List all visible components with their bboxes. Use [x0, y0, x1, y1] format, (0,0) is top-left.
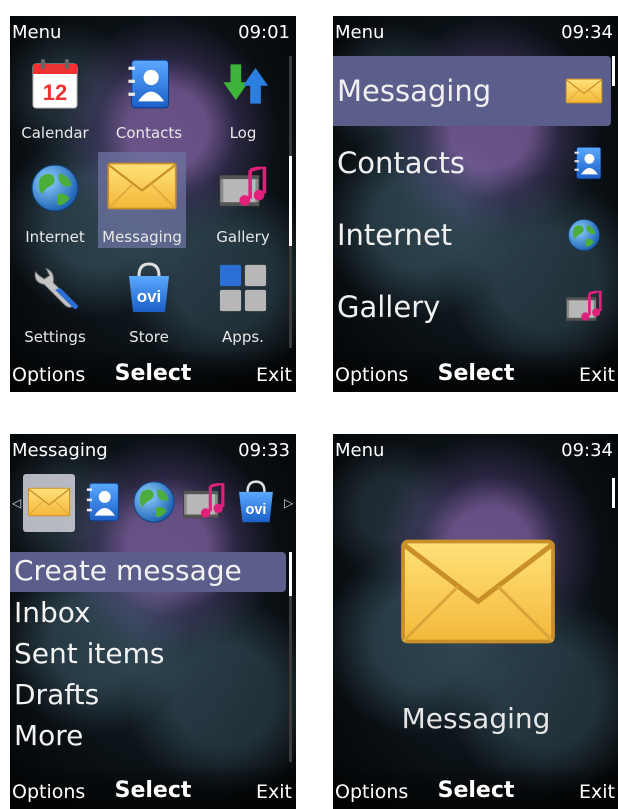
log-icon [218, 58, 268, 110]
status-bar: Menu 09:34 [333, 16, 618, 50]
select-softkey[interactable]: Select [10, 361, 296, 386]
list-item-messaging[interactable]: Messaging [333, 56, 611, 126]
clock: 09:01 [238, 22, 290, 43]
scrollbar[interactable] [289, 552, 292, 762]
grid-item-contacts[interactable]: Contacts [104, 52, 194, 148]
apps-icon [218, 262, 268, 314]
list-item-contacts[interactable]: Contacts [333, 128, 611, 198]
grid-item-label: Contacts [115, 124, 183, 142]
grid-item-label: Messaging [102, 228, 182, 246]
list-item-label: Drafts [14, 678, 100, 711]
calendar-badge: 12 [43, 80, 67, 105]
grid-item-calendar[interactable]: 12 Calendar [10, 52, 100, 148]
scrollbar[interactable] [612, 56, 615, 346]
gallery-icon [218, 162, 268, 214]
gallery-icon[interactable] [182, 480, 226, 524]
globe-icon[interactable] [132, 480, 176, 524]
grid-item-internet[interactable]: Internet [10, 156, 100, 252]
menu-single-icon-screen: Menu 09:34 Messaging Options Select Exit [333, 434, 618, 809]
calendar-icon: 12 [30, 58, 80, 110]
ovi-badge: ovi [246, 502, 267, 518]
contacts-icon [124, 58, 174, 110]
contacts-icon [573, 146, 603, 180]
status-bar: Menu 09:34 [333, 434, 618, 468]
softkey-bar: Options Select Exit [10, 352, 296, 392]
softkey-bar: Options Select Exit [333, 769, 618, 809]
select-softkey[interactable]: Select [333, 361, 618, 386]
list-item-label: More [14, 719, 84, 752]
list-item-label: Contacts [337, 146, 465, 180]
grid-item-label: Internet [25, 228, 85, 246]
list-item-create-message[interactable]: Create message [10, 552, 286, 592]
envelope-icon[interactable] [27, 480, 71, 524]
clock: 09:33 [238, 440, 290, 461]
grid-item-apps[interactable]: Apps. [198, 256, 288, 352]
wrench-icon [30, 262, 80, 314]
select-softkey[interactable]: Select [10, 778, 296, 803]
messaging-submenu-screen: Messaging 09:33 ◁ ovi ▷ Create message I… [10, 434, 296, 809]
grid-item-label: Log [229, 124, 257, 142]
exit-softkey[interactable]: Exit [256, 781, 292, 803]
grid-item-label: Apps. [222, 328, 264, 346]
globe-icon [30, 162, 80, 214]
grid-item-log[interactable]: Log [198, 52, 288, 148]
scrollbar-thumb[interactable] [612, 56, 615, 86]
gallery-icon [565, 290, 603, 324]
list-item-sent-items[interactable]: Sent items [10, 635, 286, 675]
screen-title: Messaging [12, 440, 108, 461]
list-item-label: Inbox [14, 596, 91, 629]
app-label: Messaging [401, 702, 551, 735]
list-item-label: Gallery [337, 290, 441, 324]
menu-grid-screen: Menu 09:01 12 Calendar Contacts Log Inte… [10, 16, 296, 392]
grid-item-gallery[interactable]: Gallery [198, 156, 288, 252]
list-item-more[interactable]: More [10, 717, 286, 757]
exit-softkey[interactable]: Exit [256, 364, 292, 386]
grid-item-store[interactable]: ovi Store [104, 256, 194, 352]
scrollbar-thumb[interactable] [289, 552, 292, 596]
ovi-store-icon: ovi [124, 262, 174, 314]
envelope-icon [106, 158, 178, 214]
clock: 09:34 [561, 22, 613, 43]
softkey-bar: Options Select Exit [10, 769, 296, 809]
grid-item-label: Calendar [21, 124, 89, 142]
envelope-icon [565, 74, 603, 108]
grid-item-label: Settings [24, 328, 86, 346]
select-softkey[interactable]: Select [333, 778, 618, 803]
menu-list-screen: Menu 09:34 Messaging Contacts Internet G… [333, 16, 618, 392]
scrollbar[interactable] [612, 478, 615, 768]
exit-softkey[interactable]: Exit [579, 364, 615, 386]
screen-title: Menu [335, 440, 385, 461]
screen-title: Menu [335, 22, 385, 43]
list-item-drafts[interactable]: Drafts [10, 676, 286, 716]
grid-item-label: Store [129, 328, 169, 346]
scrollbar-thumb[interactable] [289, 156, 292, 246]
status-bar: Messaging 09:33 [10, 434, 296, 468]
list-item-label: Sent items [14, 637, 165, 670]
ovi-store-icon[interactable]: ovi [234, 480, 278, 524]
clock: 09:34 [561, 440, 613, 461]
list-item-label: Create message [14, 554, 242, 587]
grid-item-label: Gallery [216, 228, 270, 246]
list-item-internet[interactable]: Internet [333, 200, 611, 270]
softkey-bar: Options Select Exit [333, 352, 618, 392]
screen-title: Menu [12, 22, 62, 43]
list-item-label: Messaging [337, 74, 492, 108]
scrollbar[interactable] [289, 56, 292, 348]
app-carousel: ◁ ovi ▷ [10, 474, 296, 536]
list-item-inbox[interactable]: Inbox [10, 594, 286, 634]
contacts-icon[interactable] [86, 480, 120, 524]
globe-icon [565, 218, 603, 252]
carousel-right-arrow-icon[interactable]: ▷ [284, 496, 293, 510]
exit-softkey[interactable]: Exit [579, 781, 615, 803]
grid-item-messaging[interactable]: Messaging [98, 152, 186, 248]
grid-item-settings[interactable]: Settings [10, 256, 100, 352]
scrollbar-thumb[interactable] [612, 478, 615, 508]
status-bar: Menu 09:01 [10, 16, 296, 50]
envelope-icon[interactable] [398, 534, 558, 649]
list-item-label: Internet [337, 218, 453, 252]
ovi-badge: ovi [137, 287, 162, 306]
carousel-left-arrow-icon[interactable]: ◁ [12, 496, 21, 510]
list-item-gallery[interactable]: Gallery [333, 272, 611, 342]
